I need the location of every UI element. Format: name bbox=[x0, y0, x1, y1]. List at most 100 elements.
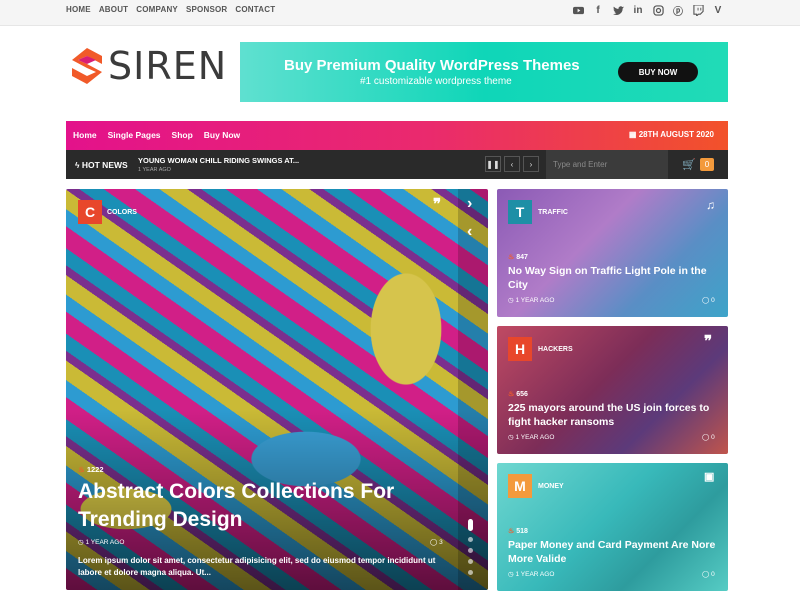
music-icon: ♫ bbox=[706, 198, 715, 212]
logo-text: SIREN bbox=[108, 44, 228, 88]
chevron-right-icon[interactable]: › bbox=[523, 156, 539, 172]
views-count: ♨ 1222 bbox=[78, 465, 104, 474]
social-links: f in ⓟ V bbox=[572, 4, 724, 18]
views-count: ♨ 847 bbox=[508, 253, 528, 261]
post-time: ◷ 1 YEAR AGO bbox=[508, 434, 555, 441]
nav-sponsor[interactable]: SPONSOR bbox=[186, 5, 227, 14]
comment-number: 0 bbox=[711, 571, 715, 578]
top-nav: HOME ABOUT COMPANY SPONSOR CONTACT bbox=[66, 5, 275, 14]
card-title[interactable]: No Way Sign on Traffic Light Pole in the… bbox=[508, 264, 718, 292]
site-logo[interactable]: SIREN bbox=[70, 46, 227, 86]
post-time-text: 1 YEAR AGO bbox=[515, 434, 555, 441]
quote-icon: ❞ bbox=[704, 333, 713, 350]
buy-now-button[interactable]: BUY NOW bbox=[618, 62, 698, 82]
fire-icon: ♨ bbox=[508, 528, 515, 535]
hot-news-ticker: ϟ HOT NEWS YOUNG WOMAN CHILL RIDING SWIN… bbox=[66, 150, 728, 179]
comment-number: 0 bbox=[711, 297, 715, 304]
slider-dot[interactable] bbox=[468, 519, 473, 531]
comment-count[interactable]: ◯ 0 bbox=[702, 296, 715, 304]
views-number: 656 bbox=[516, 391, 528, 398]
nav-contact[interactable]: CONTACT bbox=[235, 5, 275, 14]
facebook-icon[interactable]: f bbox=[592, 4, 604, 16]
slider-dot[interactable] bbox=[468, 537, 473, 542]
search-input[interactable]: Type and Enter bbox=[546, 150, 668, 179]
pinterest-icon[interactable]: ⓟ bbox=[672, 4, 684, 18]
nav-company[interactable]: COMPANY bbox=[136, 5, 178, 14]
slider-dots bbox=[468, 519, 473, 575]
category-label[interactable]: COLORS bbox=[107, 209, 137, 216]
category-label[interactable]: MONEY bbox=[538, 483, 564, 490]
slider-dot[interactable] bbox=[468, 570, 473, 575]
hot-news-text: HOT NEWS bbox=[81, 160, 128, 170]
post-time-text: 1 YEAR AGO bbox=[515, 571, 555, 578]
slider-dot[interactable] bbox=[468, 548, 473, 553]
post-card[interactable]: M MONEY ▣ ♨ 518 Paper Money and Card Pay… bbox=[497, 463, 728, 591]
views-count: ♨ 656 bbox=[508, 390, 528, 398]
comment-icon: ◯ bbox=[430, 539, 438, 546]
ticker-time: 1 YEAR AGO bbox=[138, 167, 171, 173]
youtube-icon[interactable] bbox=[572, 4, 584, 16]
fire-icon: ♨ bbox=[78, 465, 85, 474]
main-menu: Home Single Pages Shop Buy Now ▦ 28TH AU… bbox=[66, 121, 728, 150]
menu-item-buy-now[interactable]: Buy Now bbox=[204, 130, 240, 140]
card-title[interactable]: 225 mayors around the US join forces to … bbox=[508, 401, 718, 429]
category-badge: M bbox=[508, 474, 532, 498]
comment-number: 0 bbox=[711, 434, 715, 441]
cart-icon[interactable]: 🛒 bbox=[682, 158, 696, 171]
category-label[interactable]: TRAFFIC bbox=[538, 209, 568, 216]
logo-mark-icon bbox=[72, 48, 102, 84]
linkedin-icon[interactable]: in bbox=[632, 4, 644, 16]
fire-icon: ♨ bbox=[508, 391, 515, 398]
quote-icon: ❞ bbox=[433, 196, 442, 213]
ticker-headline[interactable]: YOUNG WOMAN CHILL RIDING SWINGS AT... bbox=[138, 156, 299, 165]
hot-news-label: ϟ HOT NEWS bbox=[75, 160, 128, 170]
current-date: ▦ 28TH AUGUST 2020 bbox=[629, 130, 714, 139]
pause-icon[interactable]: ❚❚ bbox=[485, 156, 501, 172]
prev-arrow-icon[interactable]: ‹ bbox=[467, 223, 472, 241]
date-text: 28TH AUGUST 2020 bbox=[638, 130, 714, 139]
top-bar: HOME ABOUT COMPANY SPONSOR CONTACT f in … bbox=[0, 0, 800, 26]
post-time: ◷ 1 YEAR AGO bbox=[508, 571, 555, 578]
gallery-icon: ▣ bbox=[704, 471, 715, 483]
post-time: ◷ 1 YEAR AGO bbox=[508, 297, 555, 304]
chevron-left-icon[interactable]: ‹ bbox=[504, 156, 520, 172]
twitch-icon[interactable] bbox=[692, 4, 704, 16]
clock-icon: ◷ bbox=[78, 539, 84, 546]
category-label[interactable]: HACKERS bbox=[538, 346, 573, 353]
post-time-text: 1 YEAR AGO bbox=[515, 297, 555, 304]
post-time-text: 1 YEAR AGO bbox=[85, 539, 125, 546]
cart-count: 0 bbox=[700, 158, 714, 171]
banner-subline: #1 customizable wordpress theme bbox=[360, 76, 512, 87]
ad-banner[interactable]: Buy Premium Quality WordPress Themes #1 … bbox=[240, 42, 728, 102]
nav-about[interactable]: ABOUT bbox=[99, 5, 128, 14]
nav-home[interactable]: HOME bbox=[66, 5, 91, 14]
banner-headline: Buy Premium Quality WordPress Themes bbox=[284, 57, 580, 74]
instagram-icon[interactable] bbox=[652, 4, 664, 16]
views-number: 1222 bbox=[86, 465, 104, 474]
views-number: 847 bbox=[516, 254, 528, 261]
hero-slide[interactable]: C COLORS ❞ › ‹ ♨ 1222 Abstract Colors Co… bbox=[66, 189, 488, 590]
twitter-icon[interactable] bbox=[612, 4, 624, 16]
category-badge: T bbox=[508, 200, 532, 224]
hero-excerpt: Lorem ipsum dolor sit amet, consectetur … bbox=[78, 556, 436, 577]
menu-item-single-pages[interactable]: Single Pages bbox=[108, 130, 161, 140]
category-badge: C bbox=[78, 200, 102, 224]
post-card[interactable]: T TRAFFIC ♫ ♨ 847 No Way Sign on Traffic… bbox=[497, 189, 728, 317]
comment-count[interactable]: ◯ 3 bbox=[430, 538, 443, 546]
card-title[interactable]: Paper Money and Card Payment Are Nore Mo… bbox=[508, 538, 718, 566]
views-count: ♨ 518 bbox=[508, 527, 528, 535]
post-card[interactable]: H HACKERS ❞ ♨ 656 225 mayors around the … bbox=[497, 326, 728, 454]
views-number: 518 bbox=[516, 528, 528, 535]
comment-count[interactable]: ◯ 0 bbox=[702, 570, 715, 578]
hero-title[interactable]: Abstract Colors Collections For Trending… bbox=[78, 478, 458, 534]
fire-icon: ♨ bbox=[508, 254, 515, 261]
slider-dot[interactable] bbox=[468, 559, 473, 564]
bolt-icon: ϟ bbox=[75, 160, 80, 170]
comment-number: 3 bbox=[439, 539, 443, 546]
menu-item-shop[interactable]: Shop bbox=[172, 130, 193, 140]
menu-item-home[interactable]: Home bbox=[73, 130, 97, 140]
next-arrow-icon[interactable]: › bbox=[467, 195, 472, 213]
comment-count[interactable]: ◯ 0 bbox=[702, 433, 715, 441]
category-badge: H bbox=[508, 337, 532, 361]
vimeo-icon[interactable]: V bbox=[712, 4, 724, 16]
